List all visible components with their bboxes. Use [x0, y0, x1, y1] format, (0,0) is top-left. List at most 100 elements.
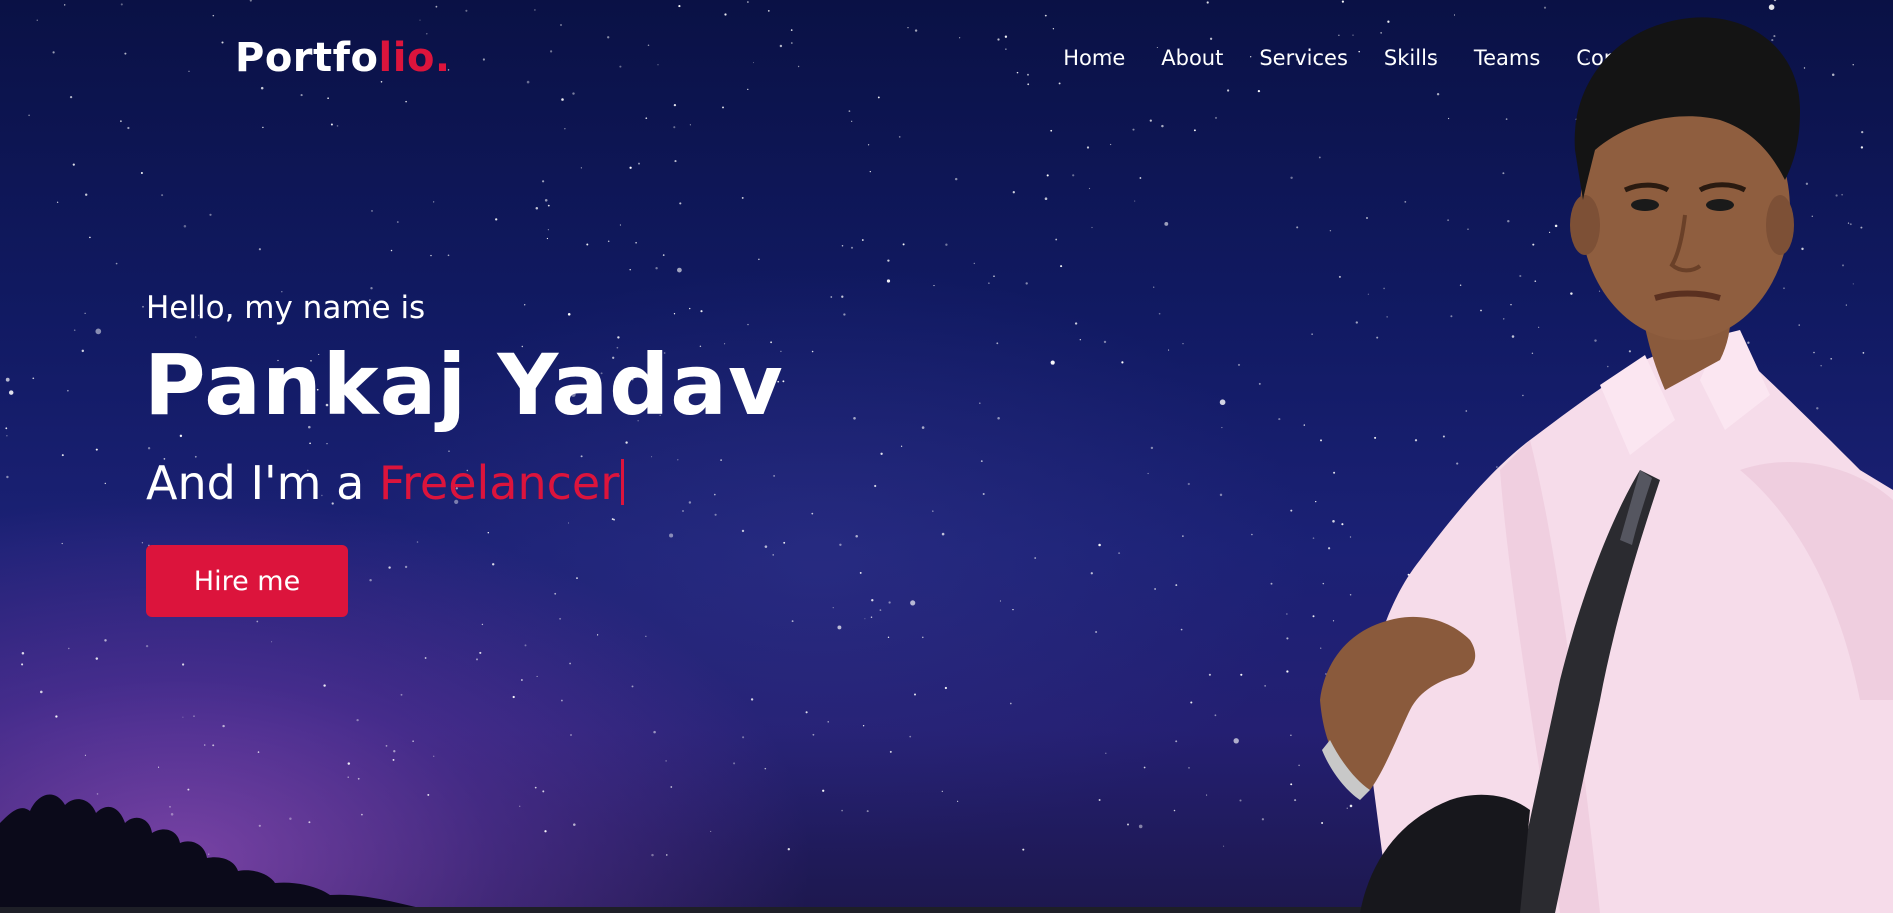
star [1219, 493, 1223, 497]
star [625, 441, 628, 444]
star [657, 64, 659, 66]
star [179, 434, 183, 438]
star [388, 566, 391, 569]
star [371, 209, 373, 212]
star [611, 518, 614, 521]
star [733, 762, 736, 765]
star [479, 651, 482, 654]
star [779, 44, 783, 48]
star [141, 542, 144, 544]
star [764, 767, 767, 770]
star [181, 663, 185, 666]
star [336, 125, 339, 127]
star [40, 690, 43, 694]
star [997, 416, 1000, 420]
star [957, 800, 959, 802]
star [55, 715, 58, 718]
star [673, 126, 676, 129]
star [95, 328, 102, 335]
star [560, 699, 563, 702]
star [326, 443, 328, 445]
star [933, 285, 935, 287]
star [330, 123, 333, 126]
star [1060, 265, 1063, 268]
star [1044, 197, 1048, 200]
star [773, 475, 775, 477]
star [36, 19, 38, 21]
star [619, 224, 621, 226]
star [866, 810, 869, 813]
star [1278, 418, 1281, 421]
star [491, 563, 495, 566]
star [888, 601, 891, 604]
star [1168, 349, 1170, 351]
tree-silhouette [0, 794, 440, 913]
star [541, 180, 545, 183]
star [524, 304, 526, 306]
star [619, 65, 622, 68]
typed-role: Freelancer [378, 456, 620, 510]
star [907, 27, 909, 29]
star [862, 725, 865, 727]
star [561, 98, 564, 101]
star [433, 201, 435, 203]
star [573, 823, 576, 826]
star [635, 242, 637, 244]
star [142, 305, 144, 308]
nav-about[interactable]: About [1161, 46, 1223, 70]
star [869, 170, 871, 173]
star [1086, 146, 1090, 149]
star [827, 721, 829, 723]
star [945, 243, 948, 246]
star [791, 620, 794, 623]
star [613, 518, 615, 521]
hero-role-line: And I'm a Freelancer [146, 456, 625, 510]
star [396, 221, 399, 223]
star [678, 5, 681, 8]
star [212, 14, 215, 17]
star [212, 744, 215, 747]
star [258, 248, 261, 251]
star [886, 279, 891, 283]
star [988, 282, 990, 284]
star [850, 246, 854, 249]
star [1294, 799, 1297, 802]
star [1239, 799, 1242, 802]
site-logo[interactable]: Portfolio. [235, 35, 451, 81]
star [1175, 584, 1178, 587]
star [262, 126, 264, 129]
star [790, 42, 793, 44]
star [95, 657, 99, 660]
star [647, 44, 650, 46]
star [1257, 89, 1261, 93]
star [999, 600, 1001, 602]
star [851, 120, 853, 122]
nav-home[interactable]: Home [1063, 46, 1125, 70]
hire-me-button[interactable]: Hire me [146, 545, 348, 617]
star [347, 776, 349, 778]
star [104, 482, 106, 485]
star [645, 635, 647, 637]
star [1187, 482, 1190, 486]
star [1022, 848, 1025, 851]
star [629, 166, 632, 169]
star [542, 790, 545, 793]
star [544, 830, 547, 833]
star [1233, 738, 1239, 744]
star [1050, 360, 1055, 365]
star [73, 329, 76, 331]
star [607, 36, 610, 39]
star [550, 50, 553, 53]
star [922, 636, 924, 639]
star [662, 254, 665, 256]
star [161, 194, 164, 197]
star [607, 240, 610, 243]
star [1044, 14, 1047, 17]
star [1208, 673, 1211, 676]
star [256, 620, 259, 623]
star [822, 789, 825, 792]
star [1016, 71, 1019, 74]
star [222, 724, 225, 728]
star [879, 609, 882, 611]
star [482, 58, 485, 61]
